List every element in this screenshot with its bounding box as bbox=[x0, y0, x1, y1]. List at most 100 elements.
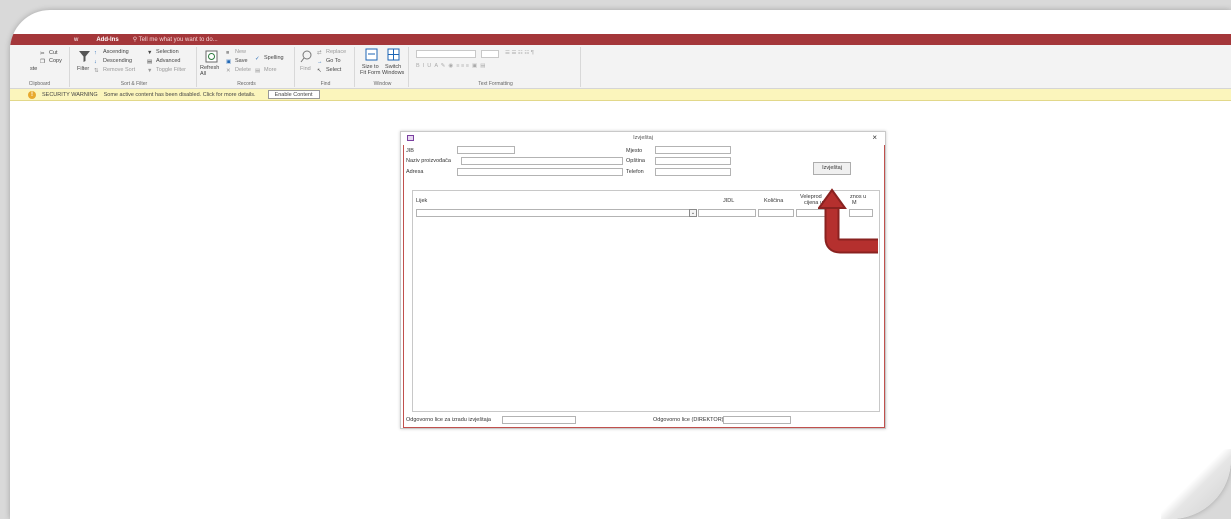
tab-add-ins[interactable]: Add-Ins bbox=[92, 36, 122, 44]
window-label: Window bbox=[373, 81, 392, 87]
format-buttons[interactable]: B I U A ✎ ◉ ≡ ≡ ≡ ▣ ▤ bbox=[416, 63, 485, 69]
font-size-select[interactable] bbox=[481, 50, 499, 58]
more-icon: ▤ bbox=[255, 68, 261, 74]
ribbon-tab-bar: w Add-Ins ⚲ Tell me what you want to do.… bbox=[10, 34, 1231, 45]
odgovorno-lice-izrada-field[interactable] bbox=[502, 416, 576, 424]
telefon-label: Telefon bbox=[626, 169, 644, 175]
mjesto-field[interactable] bbox=[655, 146, 731, 154]
size-to-fit-button[interactable]: Size to Fit Form bbox=[360, 64, 380, 76]
records-group: Refresh All ■ New ▣ Save ✕ Delete ✓ Spelling … bbox=[199, 47, 295, 87]
sort-filter-group: Filter ↑ Ascending ↓ Descending ⇅ Remove So… bbox=[72, 47, 197, 87]
tell-me-text: Tell me what you want to do... bbox=[138, 37, 218, 43]
remove-sort-icon: ⇅ bbox=[94, 68, 99, 74]
ascending-button[interactable]: ↑ Ascending bbox=[94, 49, 129, 56]
lightbulb-icon: ⚲ bbox=[132, 37, 138, 43]
switch-windows-button[interactable]: Switch Windows bbox=[382, 64, 404, 76]
text-formatting-group: ☰ ☰ ☷ ☷ ¶ B I U A ✎ ◉ ≡ ≡ ≡ ▣ ▤ Text For… bbox=[411, 47, 581, 87]
warning-icon: ! bbox=[28, 90, 36, 99]
descending-button[interactable]: ↓ Descending bbox=[94, 58, 132, 65]
toggle-filter-icon: ▼ bbox=[147, 68, 153, 74]
lijek-combo[interactable] bbox=[416, 209, 696, 217]
adresa-label: Adresa bbox=[406, 169, 424, 175]
form-body: JIB Naziv proizvođača Adresa Mjesto Opšt… bbox=[403, 145, 885, 428]
chevron-down-icon[interactable]: ⌄ bbox=[689, 209, 697, 217]
size-to-fit-icon bbox=[365, 48, 378, 61]
copy-icon: ❐ bbox=[40, 59, 45, 65]
mjesto-label: Mjesto bbox=[626, 148, 643, 154]
advanced-button[interactable]: ▤ Advanced bbox=[147, 58, 180, 65]
opstina-label: Opština bbox=[626, 158, 645, 164]
close-icon[interactable]: × bbox=[872, 133, 877, 142]
spelling-icon: ✓ bbox=[255, 56, 260, 62]
tell-me-search[interactable]: ⚲ Tell me what you want to do... bbox=[133, 36, 218, 43]
select-button[interactable]: ↖ Select bbox=[317, 67, 341, 74]
more-button[interactable]: ▤ More bbox=[255, 67, 277, 74]
clipboard-group: ✂ Cut ❐ Copy ste Clipboard bbox=[10, 47, 70, 87]
filter-button[interactable]: Filter bbox=[77, 66, 89, 72]
lijekovi-subform: Lijek JIDL Količina Veleprod cijena u zno… bbox=[412, 190, 880, 412]
toggle-filter-button[interactable]: ▼ Toggle Filter bbox=[147, 67, 186, 74]
spelling-button[interactable]: ✓ Spelling bbox=[255, 55, 284, 62]
find-label: Find bbox=[320, 81, 331, 87]
column-header-kolicina: Količina bbox=[764, 198, 784, 204]
window-group: Size to Fit Form Switch Windows Window bbox=[357, 47, 409, 87]
kolicina-field[interactable] bbox=[758, 209, 794, 217]
records-label: Records bbox=[237, 81, 256, 87]
izvjestaj-button[interactable]: Izvještaj bbox=[813, 162, 851, 175]
advanced-filter-icon: ▤ bbox=[147, 59, 153, 65]
jib-label: JIB bbox=[406, 148, 414, 154]
remove-sort-button[interactable]: ⇅ Remove Sort bbox=[94, 67, 135, 74]
cut-button[interactable]: ✂ Cut bbox=[40, 50, 58, 57]
sort-ascending-icon: ↑ bbox=[94, 50, 97, 56]
switch-windows-icon bbox=[387, 48, 400, 61]
filter-icon bbox=[79, 51, 90, 62]
security-warning-bar: ! SECURITY WARNING Some active content h… bbox=[10, 89, 1231, 101]
naziv-proizvodjaca-label: Naziv proizvođača bbox=[406, 158, 451, 164]
jib-field[interactable] bbox=[457, 146, 515, 154]
telefon-field[interactable] bbox=[655, 168, 731, 176]
find-icon bbox=[300, 50, 312, 63]
refresh-all-button[interactable]: Refresh All bbox=[200, 65, 219, 77]
copy-button[interactable]: ❐ Copy bbox=[40, 58, 62, 65]
column-header-lijek: Lijek bbox=[416, 198, 428, 204]
naziv-proizvodjaca-field[interactable] bbox=[461, 157, 623, 165]
text-formatting-label: Text Formatting bbox=[478, 81, 513, 87]
clipboard-label: Clipboard bbox=[28, 81, 51, 87]
new-record-button[interactable]: ■ New bbox=[226, 49, 246, 56]
security-warning-title: SECURITY WARNING bbox=[42, 91, 98, 98]
find-group: Find ⇄ Replace → Go To ↖ Select Find bbox=[297, 47, 355, 87]
page-curl bbox=[1161, 449, 1231, 519]
cursor-icon: ↖ bbox=[317, 68, 322, 74]
paste-button[interactable]: ste bbox=[30, 66, 37, 72]
form-title: Izvještaj bbox=[633, 135, 653, 141]
tab-home[interactable]: w bbox=[70, 36, 82, 44]
jidl-field[interactable] bbox=[698, 209, 756, 217]
save-icon: ▣ bbox=[226, 59, 232, 65]
delete-record-button[interactable]: ✕ Delete bbox=[226, 67, 251, 74]
delete-icon: ✕ bbox=[226, 68, 231, 74]
replace-icon: ⇄ bbox=[317, 50, 322, 56]
save-record-button[interactable]: ▣ Save bbox=[226, 58, 248, 65]
sort-descending-icon: ↓ bbox=[94, 59, 97, 65]
annotation-arrow-icon bbox=[818, 188, 878, 254]
column-header-jidl: JIDL bbox=[723, 198, 735, 204]
odgovorno-lice-izrada-label: Odgovorno lice za izradu izvještaja bbox=[406, 417, 491, 423]
find-button[interactable]: Find bbox=[300, 66, 311, 72]
refresh-icon bbox=[205, 50, 218, 63]
security-warning-message[interactable]: Some active content has been disabled. C… bbox=[104, 92, 256, 98]
list-buttons[interactable]: ☰ ☰ ☷ ☷ ¶ bbox=[505, 50, 534, 56]
goto-button[interactable]: → Go To bbox=[317, 58, 341, 65]
new-record-icon: ■ bbox=[226, 50, 230, 56]
selection-icon: ▼ bbox=[147, 50, 153, 56]
izvjestaj-form-window: Izvještaj × JIB Naziv proizvođača Adresa… bbox=[400, 131, 886, 429]
adresa-field[interactable] bbox=[457, 168, 623, 176]
font-name-select[interactable] bbox=[416, 50, 476, 58]
selection-button[interactable]: ▼ Selection bbox=[147, 49, 179, 56]
odgovorno-lice-direktor-field[interactable] bbox=[723, 416, 791, 424]
opstina-field[interactable] bbox=[655, 157, 731, 165]
goto-icon: → bbox=[317, 59, 323, 65]
replace-button[interactable]: ⇄ Replace bbox=[317, 49, 346, 56]
ribbon: ✂ Cut ❐ Copy ste Clipboard Filter ↑ Ascendi… bbox=[10, 45, 1231, 89]
odgovorno-lice-direktor-label: Odgovorno lice (DIREKTOR) bbox=[653, 417, 724, 423]
enable-content-button[interactable]: Enable Content bbox=[267, 90, 320, 99]
